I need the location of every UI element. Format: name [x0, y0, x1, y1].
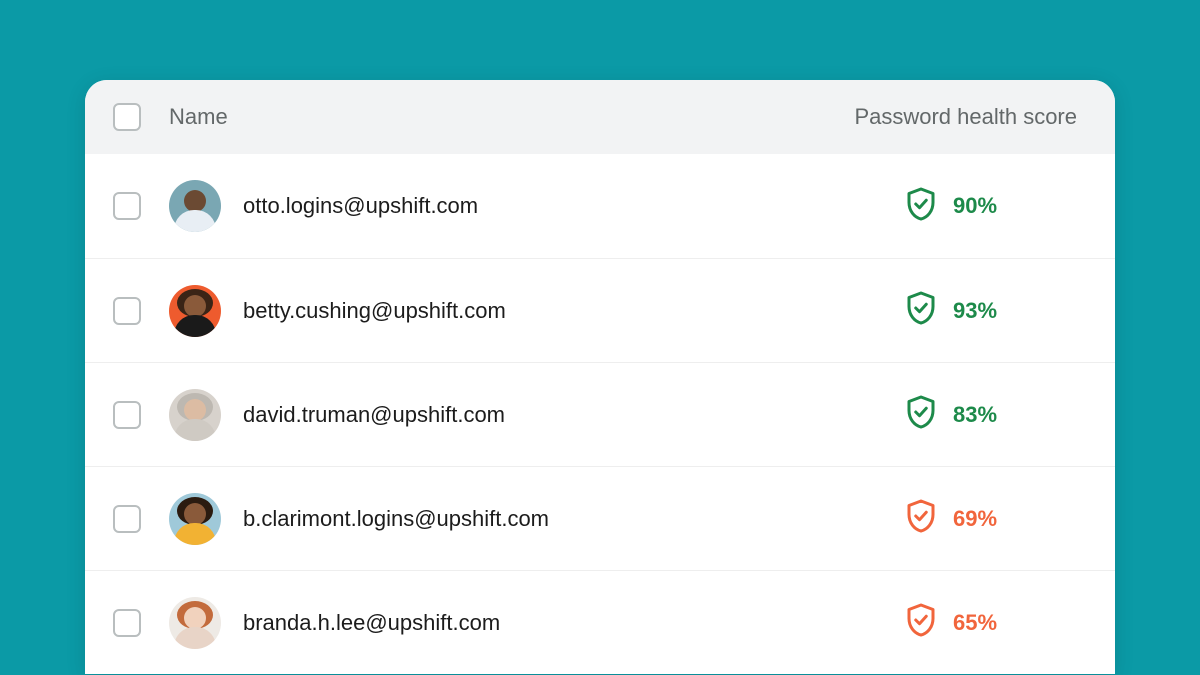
score-value: 65%: [953, 610, 1005, 636]
shield-check-icon: [903, 290, 939, 331]
row-checkbox[interactable]: [113, 609, 141, 637]
table-row[interactable]: david.truman@upshift.com 83%: [85, 362, 1115, 466]
user-email: david.truman@upshift.com: [243, 402, 903, 428]
score-value: 83%: [953, 402, 1005, 428]
score-cell: 65%: [903, 602, 1087, 643]
shield-check-icon: [903, 498, 939, 539]
row-checkbox[interactable]: [113, 297, 141, 325]
select-all-checkbox[interactable]: [113, 103, 141, 131]
column-header-name: Name: [169, 104, 854, 130]
avatar: [169, 389, 221, 441]
score-cell: 93%: [903, 290, 1087, 331]
user-email: branda.h.lee@upshift.com: [243, 610, 903, 636]
avatar: [169, 493, 221, 545]
table-row[interactable]: betty.cushing@upshift.com 93%: [85, 258, 1115, 362]
score-cell: 69%: [903, 498, 1087, 539]
column-header-score: Password health score: [854, 104, 1087, 130]
table-row[interactable]: branda.h.lee@upshift.com 65%: [85, 570, 1115, 674]
table-header: Name Password health score: [85, 80, 1115, 154]
shield-check-icon: [903, 394, 939, 435]
user-email: betty.cushing@upshift.com: [243, 298, 903, 324]
avatar: [169, 180, 221, 232]
score-cell: 90%: [903, 186, 1087, 227]
user-email: otto.logins@upshift.com: [243, 193, 903, 219]
table-row[interactable]: otto.logins@upshift.com 90%: [85, 154, 1115, 258]
avatar: [169, 597, 221, 649]
shield-check-icon: [903, 186, 939, 227]
avatar: [169, 285, 221, 337]
score-value: 90%: [953, 193, 1005, 219]
row-checkbox[interactable]: [113, 401, 141, 429]
user-email: b.clarimont.logins@upshift.com: [243, 506, 903, 532]
table-row[interactable]: b.clarimont.logins@upshift.com 69%: [85, 466, 1115, 570]
user-health-table: Name Password health score otto.logins@u…: [85, 80, 1115, 674]
score-value: 93%: [953, 298, 1005, 324]
row-checkbox[interactable]: [113, 505, 141, 533]
score-value: 69%: [953, 506, 1005, 532]
shield-check-icon: [903, 602, 939, 643]
row-checkbox[interactable]: [113, 192, 141, 220]
score-cell: 83%: [903, 394, 1087, 435]
